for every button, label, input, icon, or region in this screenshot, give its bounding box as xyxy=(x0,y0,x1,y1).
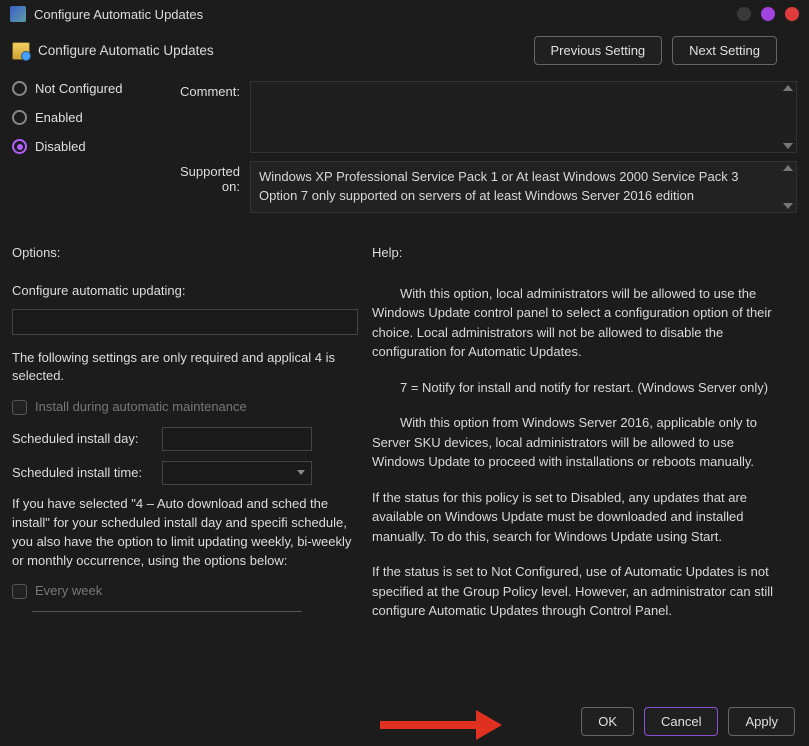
scheduled-time-select[interactable] xyxy=(162,461,312,485)
checkbox-label: Install during automatic maintenance xyxy=(35,398,247,417)
checkbox-icon xyxy=(12,584,27,599)
next-setting-button[interactable]: Next Setting xyxy=(672,36,777,65)
comment-label: Comment: xyxy=(160,81,250,99)
options-schedule-note: If you have selected "4 – Auto download … xyxy=(12,495,358,570)
minimize-icon[interactable] xyxy=(737,7,751,21)
every-week-checkbox[interactable]: Every week xyxy=(12,582,358,601)
radio-enabled[interactable]: Enabled xyxy=(12,110,142,125)
radio-disabled[interactable]: Disabled xyxy=(12,139,142,154)
scroll-up-icon[interactable] xyxy=(783,165,793,171)
scheduled-day-label: Scheduled install day: xyxy=(12,430,162,449)
supported-on-text: Windows XP Professional Service Pack 1 o… xyxy=(250,161,797,213)
scroll-down-icon[interactable] xyxy=(783,203,793,209)
help-heading: Help: xyxy=(372,245,779,260)
close-icon[interactable] xyxy=(785,7,799,21)
radio-label: Disabled xyxy=(35,139,86,154)
checkbox-label: Every week xyxy=(35,582,102,601)
help-text: With this option, local administrators w… xyxy=(372,282,779,621)
app-icon xyxy=(10,6,26,22)
install-maintenance-checkbox[interactable]: Install during automatic maintenance xyxy=(12,398,358,417)
options-heading: Options: xyxy=(12,245,358,260)
supported-on-label: Supported on: xyxy=(160,161,250,194)
configure-updating-input[interactable] xyxy=(12,309,358,335)
window-title: Configure Automatic Updates xyxy=(34,7,737,22)
scheduled-time-label: Scheduled install time: xyxy=(12,464,162,483)
ok-button[interactable]: OK xyxy=(581,707,634,736)
radio-not-configured[interactable]: Not Configured xyxy=(12,81,142,96)
scroll-down-icon[interactable] xyxy=(783,143,793,149)
scroll-up-icon[interactable] xyxy=(783,85,793,91)
annotation-arrow xyxy=(380,710,510,738)
divider xyxy=(32,611,302,612)
policy-title: Configure Automatic Updates xyxy=(38,43,534,58)
radio-label: Enabled xyxy=(35,110,83,125)
cancel-button[interactable]: Cancel xyxy=(644,707,718,736)
policy-icon xyxy=(12,42,30,60)
apply-button[interactable]: Apply xyxy=(728,707,795,736)
configure-updating-label: Configure automatic updating: xyxy=(12,282,358,301)
previous-setting-button[interactable]: Previous Setting xyxy=(534,36,663,65)
options-required-note: The following settings are only required… xyxy=(12,349,358,387)
maximize-icon[interactable] xyxy=(761,7,775,21)
scheduled-day-select[interactable] xyxy=(162,427,312,451)
radio-label: Not Configured xyxy=(35,81,122,96)
chevron-down-icon xyxy=(297,470,305,475)
checkbox-icon xyxy=(12,400,27,415)
comment-input[interactable] xyxy=(250,81,797,153)
